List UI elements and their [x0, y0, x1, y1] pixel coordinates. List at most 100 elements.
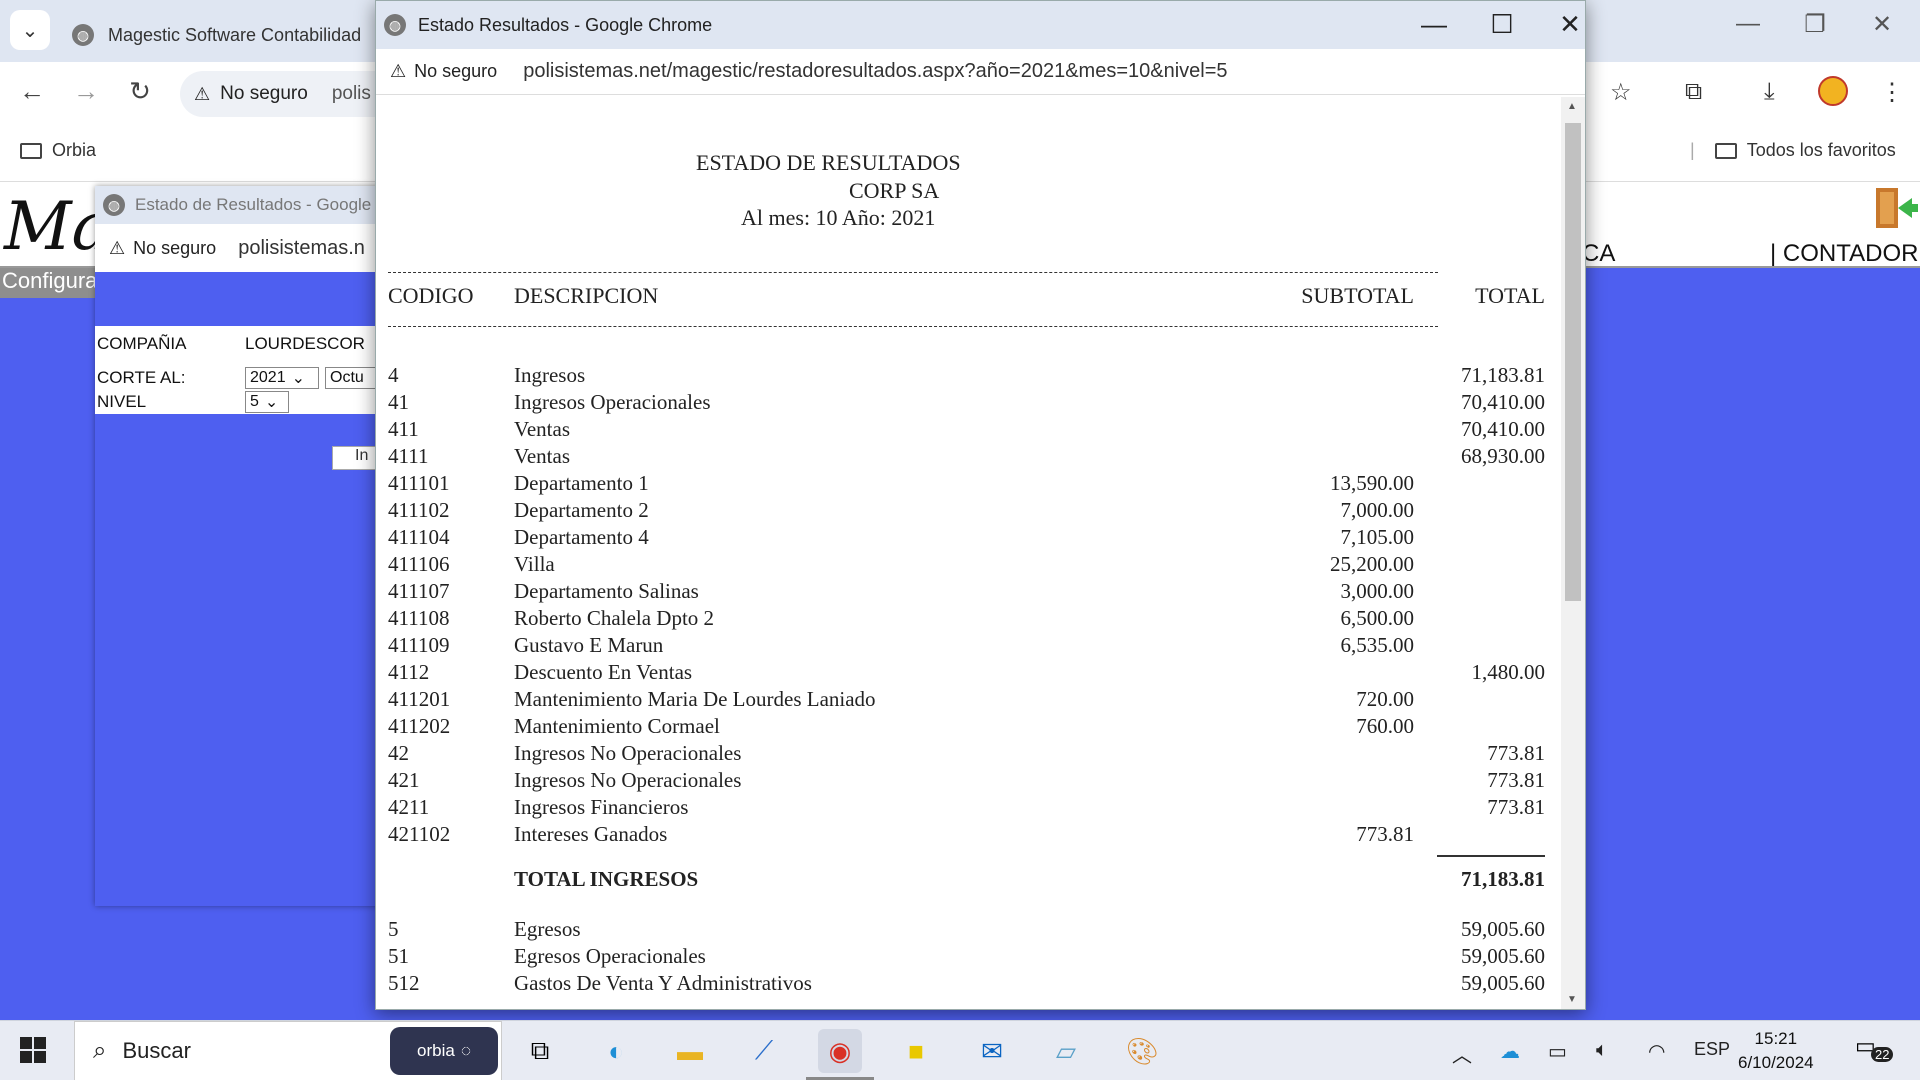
reload-icon[interactable]: ↻: [120, 76, 160, 107]
report-row: 411101 Departamento 1 13,590.00: [376, 471, 1562, 498]
popup-title: Estado Resultados - Google Chrome: [418, 14, 713, 35]
popup-address-bar[interactable]: ⚠ No seguro polisistemas.net/magestic/re…: [376, 49, 1585, 95]
outlook-icon[interactable]: ✉: [970, 1029, 1014, 1073]
download-icon[interactable]: ⤓: [1764, 78, 1775, 106]
account-code: 4211: [388, 795, 430, 819]
account-description: Descuento En Ventas: [514, 660, 693, 684]
tab-title: Magestic Software Contabilidad: [108, 24, 362, 45]
windows-start-icon[interactable]: [20, 1037, 48, 1065]
chevron-down-icon: ⌄: [21, 19, 39, 42]
tray-chevron-up-icon[interactable]: ︿: [1452, 1039, 1472, 1068]
battery-icon[interactable]: ▭: [1548, 1039, 1567, 1064]
restore-button[interactable]: ❐: [1795, 10, 1835, 39]
exit-door-icon[interactable]: [1872, 186, 1918, 232]
popup-address-bar[interactable]: ⚠ No seguro polisistemas.n: [95, 224, 385, 272]
report-form-popup: ◍ Estado de Resultados - Google ⚠ No seg…: [95, 186, 392, 906]
file-explorer-icon[interactable]: ▬: [668, 1029, 712, 1073]
report-row: 421102 Intereses Ganados 773.81: [376, 822, 1562, 849]
total-value: 70,410.00: [1461, 390, 1545, 414]
report-row: 41 Ingresos Operacionales 70,410.00: [376, 390, 1562, 417]
report-row: 411107 Departamento Salinas 3,000.00: [376, 579, 1562, 606]
report-row: 512 Gastos De Venta Y Administrativos 59,0…: [376, 971, 1562, 998]
volume-icon[interactable]: 🔈︎: [1596, 1039, 1608, 1062]
scrollbar[interactable]: ▲ ▼: [1561, 97, 1585, 1009]
search-icon: ⌕: [93, 1037, 107, 1064]
scroll-down-icon[interactable]: ▼: [1567, 994, 1577, 1005]
star-icon[interactable]: ☆: [1610, 78, 1632, 107]
account-code: 51: [388, 944, 409, 968]
menu-kebab-icon[interactable]: ⋮: [1880, 78, 1904, 107]
url-text: polisistemas.n: [238, 236, 365, 259]
report-company: CORP SA: [849, 178, 940, 203]
account-code: 411201: [388, 687, 451, 711]
account-code: 411104: [388, 525, 450, 549]
nivel-select[interactable]: 5 ⌄: [245, 391, 289, 413]
edge-browser-icon[interactable]: ◐: [594, 1029, 638, 1073]
report-row: 411 Ventas 70,410.00: [376, 417, 1562, 444]
scroll-up-icon[interactable]: ▲: [1567, 101, 1577, 112]
forward-arrow-icon[interactable]: →: [66, 76, 106, 107]
account-code: 411101: [388, 471, 450, 495]
not-secure-label: No seguro: [133, 237, 217, 258]
account-description: Roberto Chalela Dpto 2: [514, 606, 715, 630]
account-description: Intereses Ganados: [514, 822, 668, 846]
profile-avatar[interactable]: [1818, 76, 1848, 113]
orbia-search-highlight[interactable]: orbia ◌: [390, 1027, 498, 1075]
task-view-icon[interactable]: ⧉: [518, 1029, 562, 1073]
chrome-icon[interactable]: ◉: [818, 1029, 862, 1073]
onedrive-icon[interactable]: ☁: [1500, 1039, 1520, 1064]
account-description: Departamento 2: [514, 498, 649, 522]
clock[interactable]: 15:21 6/10/2024: [1738, 1027, 1814, 1075]
scroll-thumb[interactable]: [1565, 123, 1581, 601]
account-code: 4: [388, 363, 399, 387]
wifi-icon[interactable]: ◠: [1648, 1039, 1665, 1064]
total-underline: [1437, 855, 1545, 857]
account-description: Mantenimiento Cormael: [514, 714, 720, 738]
report-row: 4111 Ventas 68,930.00: [376, 444, 1562, 471]
account-description: Ingresos Financieros: [514, 795, 689, 819]
subtotal-value: 6,500.00: [1340, 606, 1415, 630]
bookmark-label: Orbia: [52, 140, 97, 160]
globe-icon: ◍: [384, 14, 406, 36]
header-subtotal: SUBTOTAL: [1301, 283, 1414, 308]
close-button[interactable]: ✕: [1862, 10, 1902, 39]
orbia-label: orbia: [417, 1041, 455, 1060]
globe-icon: ◍: [103, 194, 125, 216]
search-placeholder: Buscar: [122, 1038, 191, 1063]
account-code: 512: [388, 971, 420, 995]
total-ingresos-label: TOTAL INGRESOS: [514, 867, 699, 891]
year-select[interactable]: 2021 ⌄: [245, 367, 319, 389]
maximize-button[interactable]: ☐: [1482, 9, 1522, 40]
tab-search-button[interactable]: ⌄: [10, 10, 50, 50]
extensions-icon[interactable]: ⧉: [1685, 78, 1702, 106]
url-text: polis: [331, 83, 371, 104]
account-code: 41: [388, 390, 409, 414]
notifications-icon[interactable]: ▭ 22: [1855, 1033, 1894, 1069]
account-description: Ingresos Operacionales: [514, 390, 711, 414]
sticky-notes-icon[interactable]: ■: [894, 1029, 938, 1073]
back-arrow-icon[interactable]: ←: [12, 76, 52, 107]
bookmark-orbia[interactable]: Orbia: [20, 140, 96, 161]
year-value: 2021: [250, 369, 286, 386]
minimize-button[interactable]: —: [1728, 10, 1768, 38]
browser-tab[interactable]: ◍ Magestic Software Contabilidad: [60, 8, 380, 62]
nivel-label: NIVEL: [97, 392, 147, 411]
menu-item-configuracion[interactable]: Configura: [0, 268, 110, 298]
minimize-button[interactable]: —: [1414, 9, 1454, 40]
notepad-icon[interactable]: ▱: [1044, 1029, 1088, 1073]
pen-app-icon[interactable]: ⟋: [742, 1029, 786, 1073]
bookmark-all-favorites[interactable]: | Todos los favoritos: [1690, 140, 1896, 161]
paint-icon[interactable]: 🎨︎: [1120, 1029, 1164, 1073]
report-row: 42 Ingresos No Operacionales 773.81: [376, 741, 1562, 768]
account-description: Gastos De Venta Y Administrativos: [514, 971, 812, 995]
menu-item-contador[interactable]: | CONTADOR: [1770, 240, 1918, 268]
menu-item-ca[interactable]: CA: [1582, 240, 1615, 268]
language-indicator[interactable]: ESP: [1694, 1039, 1730, 1060]
total-value: 773.81: [1487, 768, 1545, 792]
report-row: 4112 Descuento En Ventas 1,480.00: [376, 660, 1562, 687]
close-button[interactable]: ✕: [1550, 9, 1590, 40]
total-value: 59,005.60: [1461, 917, 1545, 941]
report-content: ESTADO DE RESULTADOS CORP SA Al mes: 10 …: [376, 97, 1562, 1009]
account-code: 411106: [388, 552, 450, 576]
account-code: 4111: [388, 444, 429, 468]
